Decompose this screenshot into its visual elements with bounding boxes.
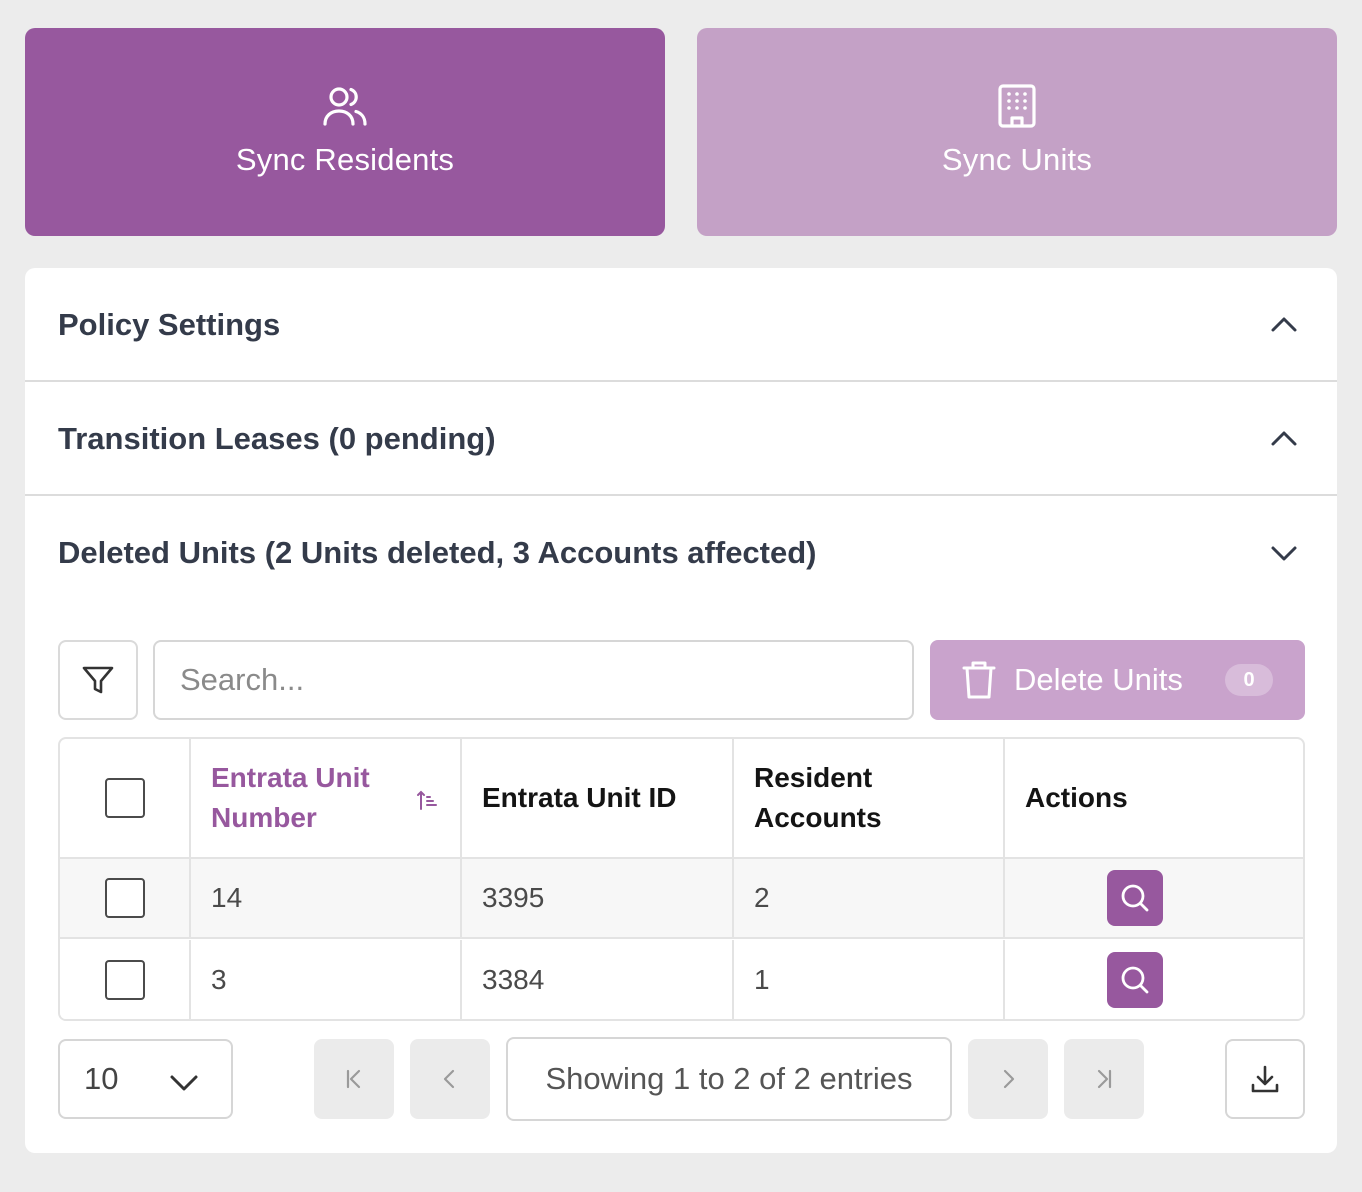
view-unit-button[interactable]	[1107, 870, 1163, 926]
download-button[interactable]	[1225, 1039, 1305, 1119]
view-unit-button[interactable]	[1107, 952, 1163, 1008]
filter-button[interactable]	[58, 640, 138, 720]
last-page-button[interactable]	[1064, 1039, 1144, 1119]
building-icon	[998, 84, 1036, 128]
users-icon	[323, 87, 367, 126]
column-header-unit-number[interactable]: Entrata Unit Number	[191, 739, 462, 857]
accordion-title: Transition Leases (0 pending)	[58, 421, 496, 456]
accordion-title: Deleted Units (2 Units deleted, 3 Accoun…	[58, 535, 817, 570]
chevron-down-icon	[170, 1075, 198, 1091]
sync-units-label: Sync Units	[941, 142, 1093, 177]
search-input[interactable]	[153, 640, 914, 720]
column-header-resident-accounts[interactable]: Resident Accounts	[734, 739, 1005, 857]
accordion-deleted-units[interactable]: Deleted Units (2 Units deleted, 3 Accoun…	[25, 496, 1337, 610]
previous-page-button[interactable]	[410, 1039, 490, 1119]
table-row: 3 3384 1	[60, 940, 1303, 1019]
delete-units-button[interactable]: Delete Units 0	[930, 640, 1305, 720]
unit-number-cell: 14	[191, 859, 462, 937]
search-icon	[1121, 966, 1149, 994]
accordion-policy-settings[interactable]: Policy Settings	[25, 268, 1337, 382]
header-label: Entrata Unit Number	[211, 762, 370, 833]
resident-accounts-cell: 2	[734, 859, 1005, 937]
page-size-select[interactable]: 10	[58, 1039, 233, 1119]
trash-icon	[962, 661, 996, 699]
table-header-row: Entrata Unit Number Entrata Unit ID Resi…	[60, 739, 1303, 859]
resident-accounts-cell: 1	[734, 940, 1005, 1019]
next-page-button[interactable]	[968, 1039, 1048, 1119]
first-page-icon	[346, 1069, 361, 1089]
delete-units-label: Delete Units	[1014, 662, 1183, 697]
table-row: 14 3395 2	[60, 859, 1303, 939]
sync-residents-button[interactable]: Sync Residents	[25, 28, 665, 236]
row-checkbox[interactable]	[104, 878, 145, 918]
unit-id-cell: 3395	[462, 859, 734, 937]
column-header-actions: Actions	[1005, 739, 1303, 857]
first-page-button[interactable]	[314, 1039, 394, 1119]
chevron-up-icon	[1271, 317, 1297, 332]
row-checkbox[interactable]	[104, 960, 145, 1000]
chevron-left-icon	[443, 1069, 455, 1089]
chevron-right-icon	[1003, 1069, 1015, 1089]
sync-residents-label: Sync Residents	[235, 142, 455, 177]
deleted-units-table: Entrata Unit Number Entrata Unit ID Resi…	[58, 737, 1305, 1021]
download-icon	[1251, 1065, 1279, 1093]
last-page-icon	[1097, 1069, 1112, 1089]
header-label: Resident Accounts	[754, 762, 882, 833]
header-label: Actions	[1025, 782, 1128, 813]
chevron-up-icon	[1271, 431, 1297, 446]
select-all-checkbox[interactable]	[104, 778, 145, 818]
delete-count-badge: 0	[1225, 664, 1273, 696]
column-header-unit-id[interactable]: Entrata Unit ID	[462, 739, 734, 857]
chevron-down-icon	[1271, 546, 1297, 561]
accordion-title: Policy Settings	[58, 307, 281, 342]
pagination-info: Showing 1 to 2 of 2 entries	[506, 1037, 952, 1121]
unit-number-cell: 3	[191, 940, 462, 1019]
sync-units-button[interactable]: Sync Units	[697, 28, 1337, 236]
search-icon	[1121, 884, 1149, 912]
header-label: Entrata Unit ID	[482, 782, 677, 813]
settings-card: Policy Settings Transition Leases (0 pen…	[25, 268, 1337, 1153]
accordion-transition-leases[interactable]: Transition Leases (0 pending)	[25, 382, 1337, 496]
page-size-value: 10	[84, 1061, 119, 1096]
filter-icon	[82, 666, 114, 694]
sort-ascending-icon	[417, 790, 437, 810]
unit-id-cell: 3384	[462, 940, 734, 1019]
